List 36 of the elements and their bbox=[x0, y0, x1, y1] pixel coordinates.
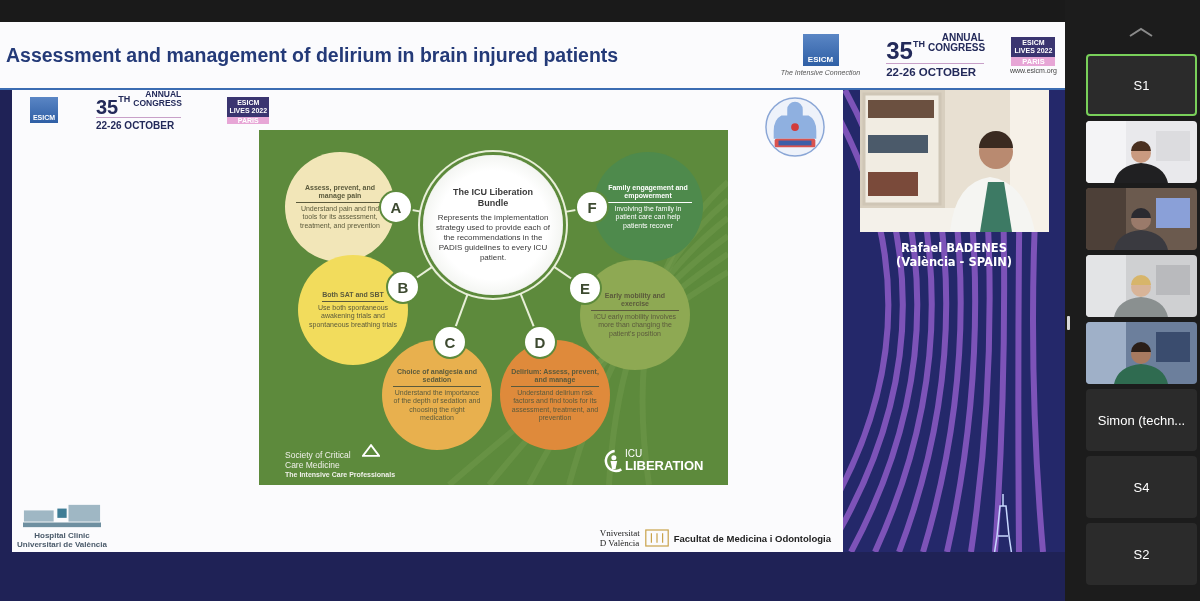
bundle-description: Represents the implementation strategy used to provide each of the recommendations in the PADIS guidelines to every ICU patient. bbox=[435, 213, 551, 263]
participant-tile[interactable]: S1 bbox=[1086, 54, 1197, 116]
faculty-emblem-icon bbox=[644, 529, 669, 547]
university-city: D València bbox=[599, 538, 640, 548]
university-name: Vniversitat bbox=[599, 528, 640, 538]
letter-badge: F bbox=[577, 192, 607, 222]
congress-dates: 22-26 OCTOBER bbox=[886, 66, 978, 78]
congress-dates: 22-26 OCTOBER bbox=[96, 120, 176, 131]
hospital-subtitle: Universitari de València bbox=[17, 540, 107, 549]
person-icon bbox=[603, 448, 623, 474]
sccm-name: Society of Critical Care Medicine bbox=[285, 450, 352, 470]
speaker-name: Rafael BADENES bbox=[901, 241, 1007, 255]
hospital-building-icon bbox=[22, 503, 102, 529]
bundle-title: The ICU Liberation Bundle bbox=[453, 187, 533, 209]
letter-badge: B bbox=[388, 272, 418, 302]
triangle-icon bbox=[362, 444, 380, 457]
liberation-logo-top: ICU bbox=[625, 449, 644, 459]
congress-title: ANNUAL CONGRESS bbox=[133, 90, 182, 108]
letter-badge: C bbox=[435, 327, 465, 357]
resize-handle[interactable] bbox=[1067, 316, 1070, 330]
chevron-up-icon[interactable] bbox=[1128, 27, 1154, 37]
hospital-name: Hospital Clinic bbox=[34, 531, 90, 540]
letter-badge: E bbox=[570, 273, 600, 303]
congress-title: ANNUAL CONGRESS bbox=[927, 33, 984, 53]
esicm-logo: ESICM bbox=[802, 34, 839, 66]
slide-title: Assessment and management of delirium in brain injured patients bbox=[6, 43, 619, 67]
letter-badge: D bbox=[525, 327, 555, 357]
speaker-location: (València - SPAIN) bbox=[895, 255, 1013, 269]
participant-tile[interactable]: S4 bbox=[1086, 456, 1197, 518]
participant-tile[interactable]: Simon (techn... bbox=[1086, 389, 1197, 451]
participant-tile[interactable]: S2 bbox=[1086, 523, 1197, 585]
congress-number: 35$^{TH}$ bbox=[886, 36, 925, 63]
congress-number: 35$^{TH}$ bbox=[96, 93, 131, 117]
letter-badge: A bbox=[381, 192, 411, 222]
liberation-logo-text: LIBERATION bbox=[625, 459, 704, 473]
faculty-name: Facultat de Medicina i Odontologia bbox=[673, 532, 831, 544]
